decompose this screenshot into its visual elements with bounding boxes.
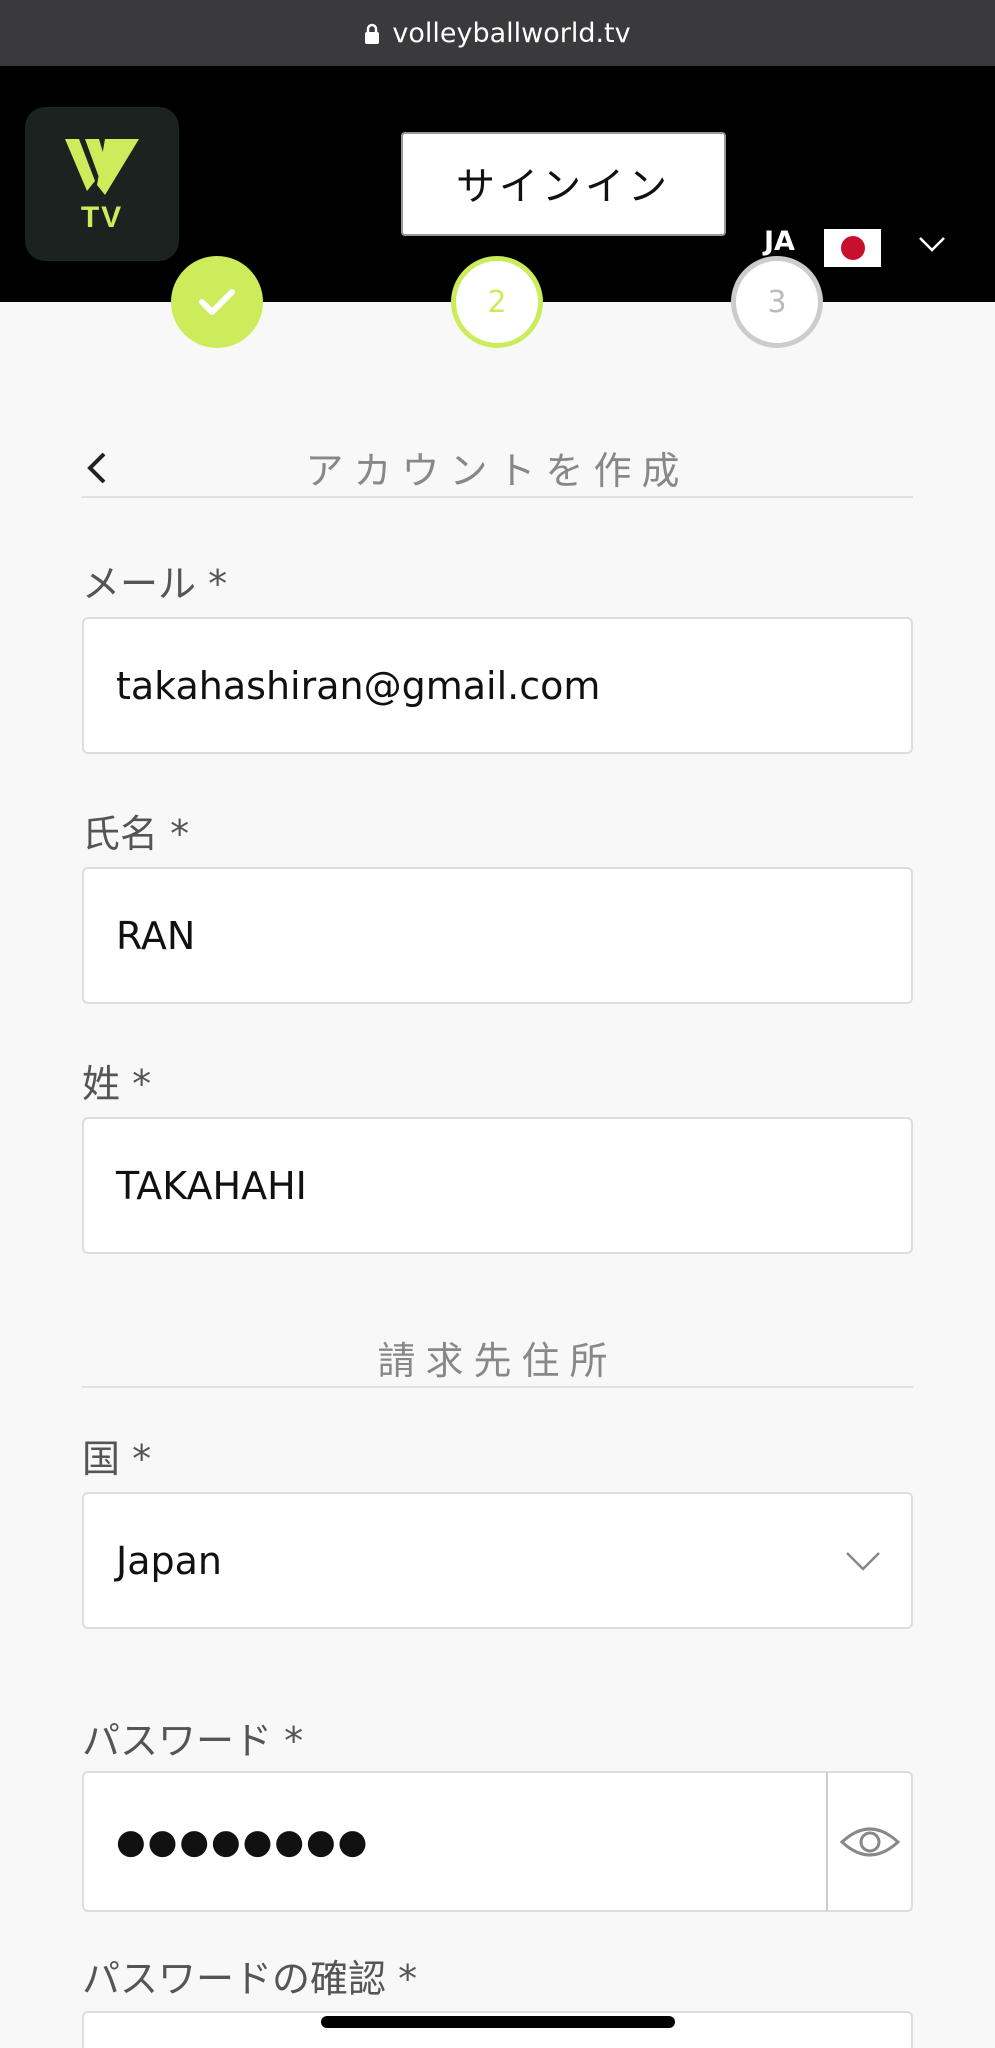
step-3-pending: 3 (731, 256, 823, 348)
create-account-title: アカウントを作成 (82, 440, 913, 498)
country-label: 国 * (82, 1437, 152, 1481)
check-icon (199, 289, 235, 315)
language-code[interactable]: JA (764, 226, 795, 257)
country-value: Japan (116, 1538, 222, 1583)
volleyball-world-tv-logo[interactable]: TV (25, 107, 179, 261)
logo-mark: TV (65, 139, 139, 234)
step-2-active: 2 (451, 256, 543, 348)
password-confirm-label: パスワードの確認 * (82, 1957, 418, 2001)
japan-flag-icon[interactable] (824, 229, 881, 267)
billing-address-title: 請求先住所 (82, 1330, 913, 1388)
email-label: メール * (82, 562, 228, 606)
logo-text: TV (81, 201, 123, 234)
step-1-complete (171, 256, 263, 348)
signin-button[interactable]: サインイン (401, 132, 726, 236)
eye-icon (839, 1827, 900, 1856)
chevron-down-icon (846, 1551, 880, 1571)
chevron-down-icon[interactable] (918, 233, 946, 255)
country-select[interactable]: Japan (82, 1492, 913, 1629)
password-field[interactable]: ●●●●●●●● (82, 1771, 828, 1912)
first-name-label: 氏名 * (82, 812, 190, 856)
url-text: volleyballworld.tv (392, 17, 631, 49)
password-label: パスワード * (82, 1719, 304, 1763)
toggle-password-visibility-button[interactable] (826, 1771, 913, 1912)
lock-icon (365, 23, 380, 44)
email-field[interactable]: takahashiran@gmail.com (82, 617, 913, 754)
last-name-label: 姓 * (82, 1062, 152, 1106)
home-indicator (321, 2016, 675, 2028)
last-name-field[interactable]: TAKAHAHI (82, 1117, 913, 1254)
first-name-field[interactable]: RAN (82, 867, 913, 1004)
address-bar[interactable]: volleyballworld.tv (0, 0, 995, 66)
